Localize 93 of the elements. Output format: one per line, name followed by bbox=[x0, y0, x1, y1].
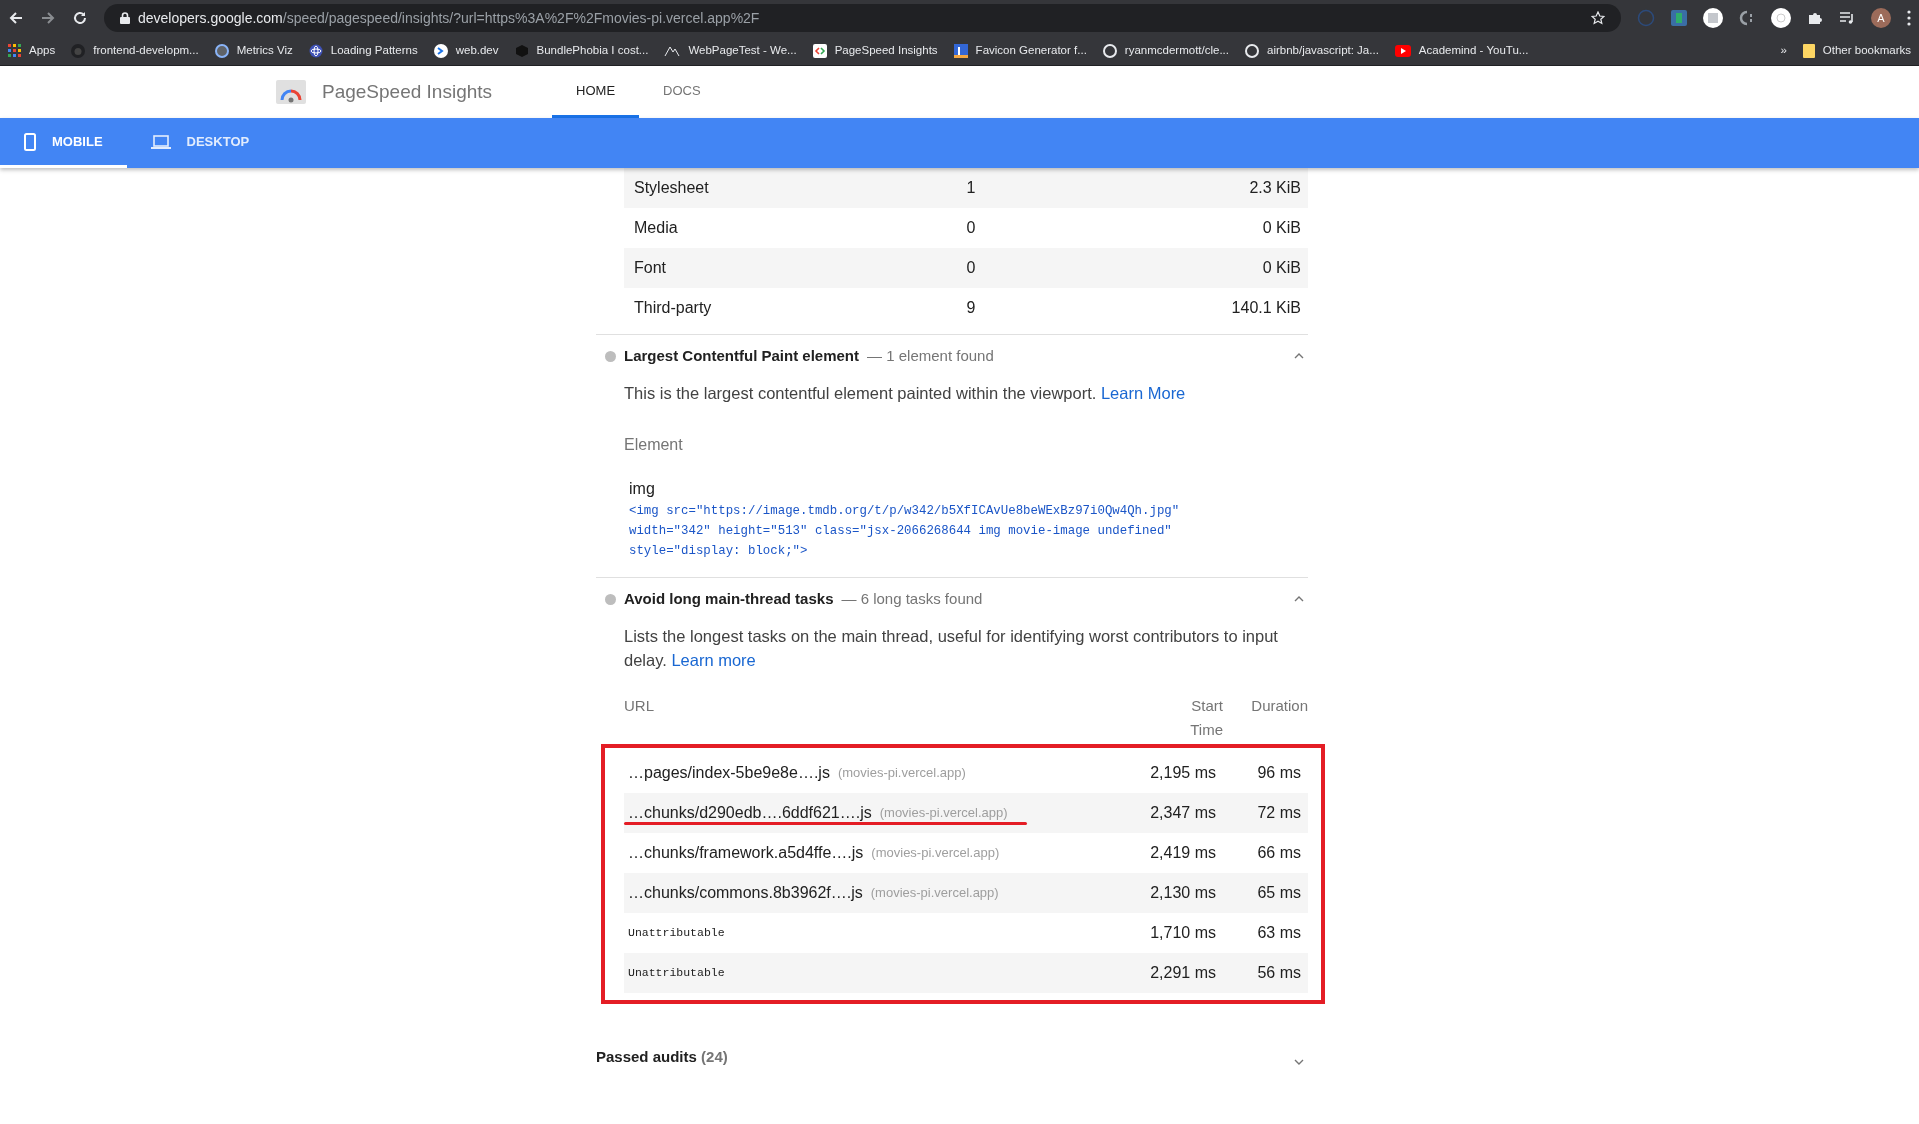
bookmark-link[interactable]: ryanmcdermott/cle... bbox=[1124, 41, 1229, 60]
cube-icon bbox=[514, 43, 529, 58]
table-cell-text: 66 ms bbox=[1256, 843, 1301, 863]
audit-summary: — 1 element found bbox=[867, 345, 994, 366]
menu-icon[interactable] bbox=[1907, 10, 1911, 26]
audit-summary: — 6 long tasks found bbox=[841, 588, 983, 609]
back-icon[interactable] bbox=[8, 10, 24, 26]
chevron-up-icon[interactable] bbox=[1294, 596, 1304, 602]
table-cell-text: Font bbox=[634, 258, 667, 278]
bookmark-link[interactable]: BundlePhobia I cost... bbox=[536, 41, 649, 60]
table-cell-text: 2,419 ms bbox=[1149, 843, 1216, 863]
audit-description: Lists the longest tasks on the main thread, useful for identifying worst contributors to input delay. Learn more bbox=[624, 626, 1279, 671]
audit-title[interactable]: Largest Contentful Paint element bbox=[624, 344, 860, 368]
lock-icon bbox=[120, 12, 130, 24]
bookmark-link[interactable]: Loading Patterns bbox=[330, 41, 418, 60]
column-header: Start Time bbox=[1189, 696, 1223, 740]
star-icon[interactable] bbox=[1591, 11, 1605, 25]
table-cell-text: 56 ms bbox=[1256, 963, 1301, 983]
url-cell-text: Unattributable bbox=[628, 925, 725, 942]
table-cell-text: 2.3 KiB bbox=[1248, 178, 1301, 198]
table-cell-text: 2,195 ms bbox=[1149, 763, 1216, 783]
table-cell-text: 0 KiB bbox=[1261, 218, 1301, 238]
host-label: (movies-pi.vercel.app) bbox=[870, 884, 999, 903]
column-header: URL bbox=[624, 696, 655, 716]
extension-icon[interactable] bbox=[1703, 8, 1723, 28]
column-header: Element bbox=[624, 435, 684, 455]
gauge-circle-icon bbox=[214, 43, 229, 58]
url-cell-text: Unattributable bbox=[628, 965, 725, 982]
table-cell-text: 2,291 ms bbox=[1149, 963, 1216, 983]
laptop-icon bbox=[150, 134, 171, 149]
status-dot bbox=[605, 593, 616, 605]
device-tab[interactable]: MOBILE bbox=[0, 118, 127, 168]
atom-icon bbox=[308, 43, 323, 58]
pagespeed-logo-icon bbox=[276, 80, 306, 104]
app-title: PageSpeed Insights bbox=[322, 79, 493, 104]
bookmark-link[interactable]: airbnb/javascript: Ja... bbox=[1267, 41, 1379, 60]
table-cell-text: 65 ms bbox=[1256, 883, 1301, 903]
passed-audits-heading[interactable]: Passed audits (24) bbox=[596, 1045, 728, 1069]
table-cell-text: 9 bbox=[965, 298, 977, 318]
table-cell-text: 1 bbox=[965, 178, 977, 198]
extension-icon[interactable] bbox=[1771, 8, 1791, 28]
table-cell-text: Stylesheet bbox=[634, 178, 710, 198]
learn-more-link[interactable]: Learn More bbox=[1100, 384, 1186, 402]
bookmark-link[interactable]: web.dev bbox=[455, 41, 499, 60]
table-cell-text: 140.1 KiB bbox=[1230, 298, 1301, 318]
column-header: Duration bbox=[1250, 696, 1308, 716]
table-cell-text: 0 bbox=[965, 218, 977, 238]
host-label: (movies-pi.vercel.app) bbox=[837, 764, 966, 783]
reload-icon[interactable] bbox=[72, 10, 88, 26]
bookmark-link[interactable]: PageSpeed Insights bbox=[834, 41, 938, 60]
apps-grid-icon bbox=[8, 44, 21, 57]
chevron-circle-icon bbox=[433, 43, 448, 58]
puzzle-icon[interactable] bbox=[1807, 10, 1823, 26]
table-cell-text: 0 KiB bbox=[1261, 258, 1301, 278]
url-cell-text: …chunks/framework.a5d4ffe….js bbox=[628, 843, 864, 863]
bookmark-link[interactable]: WebPageTest - We... bbox=[688, 41, 797, 60]
element-label: img bbox=[629, 479, 656, 499]
chevron-up-icon[interactable] bbox=[1294, 353, 1304, 359]
code-snippet: <img src="https://image.tmdb.org/t/p/w342/b5XfICAvUe8beWExBz97i0Qw4Qh.jpg" width="342" height="513" class="jsx-2066268644 img movie-image undefined" style="display: block;"> bbox=[629, 503, 1181, 560]
audit-title[interactable]: Avoid long main-thread tasks bbox=[624, 587, 834, 611]
play-icon bbox=[1394, 44, 1411, 57]
bookmark-link[interactable]: frontend-developm... bbox=[93, 41, 199, 60]
table-cell-text: 2,347 ms bbox=[1149, 803, 1216, 823]
table-cell-text: 96 ms bbox=[1256, 763, 1301, 783]
bookmark-link[interactable]: Metrics Viz bbox=[236, 41, 293, 60]
pagespeed-icon bbox=[812, 43, 827, 58]
bookmark-folder[interactable]: Other bookmarks bbox=[1822, 41, 1911, 60]
nav-tab[interactable]: DOCS bbox=[639, 66, 725, 118]
profile-avatar[interactable]: A bbox=[1871, 8, 1891, 28]
bookmark-link[interactable]: Apps bbox=[29, 41, 56, 60]
table-cell-text: 2,130 ms bbox=[1149, 883, 1216, 903]
more-bookmarks-button[interactable]: » bbox=[1780, 41, 1787, 60]
table-cell-text: 0 bbox=[965, 258, 977, 278]
learn-more-link[interactable]: Learn more bbox=[671, 651, 756, 669]
folder-icon bbox=[1802, 43, 1815, 58]
bookmark-link[interactable]: Academind - YouTu... bbox=[1418, 41, 1529, 60]
audit-description: This is the largest contentful element painted within the viewport. Learn More bbox=[624, 383, 1187, 404]
chevron-down-icon[interactable] bbox=[1294, 1059, 1304, 1065]
table-cell-text: Third-party bbox=[634, 298, 713, 318]
forward-icon[interactable] bbox=[40, 10, 56, 26]
table-cell-text: 1,710 ms bbox=[1149, 923, 1216, 943]
table-cell-text: 63 ms bbox=[1256, 923, 1301, 943]
table-cell-text: Media bbox=[634, 218, 679, 238]
media-queue-icon[interactable] bbox=[1839, 11, 1855, 25]
bookmark-link[interactable]: Favicon Generator f... bbox=[975, 41, 1087, 60]
host-label: (movies-pi.vercel.app) bbox=[879, 804, 1008, 823]
url-cell-text: …pages/index-5be9e8e….js bbox=[628, 763, 830, 783]
table-cell-text: 72 ms bbox=[1256, 803, 1301, 823]
url-cell-text: …chunks/d290edb….6ddf621….js bbox=[628, 803, 872, 823]
status-dot bbox=[605, 350, 616, 362]
host-label: (movies-pi.vercel.app) bbox=[871, 844, 1000, 863]
url-cell-text: …chunks/commons.8b3962f….js bbox=[628, 883, 863, 903]
phone-icon bbox=[24, 132, 36, 151]
